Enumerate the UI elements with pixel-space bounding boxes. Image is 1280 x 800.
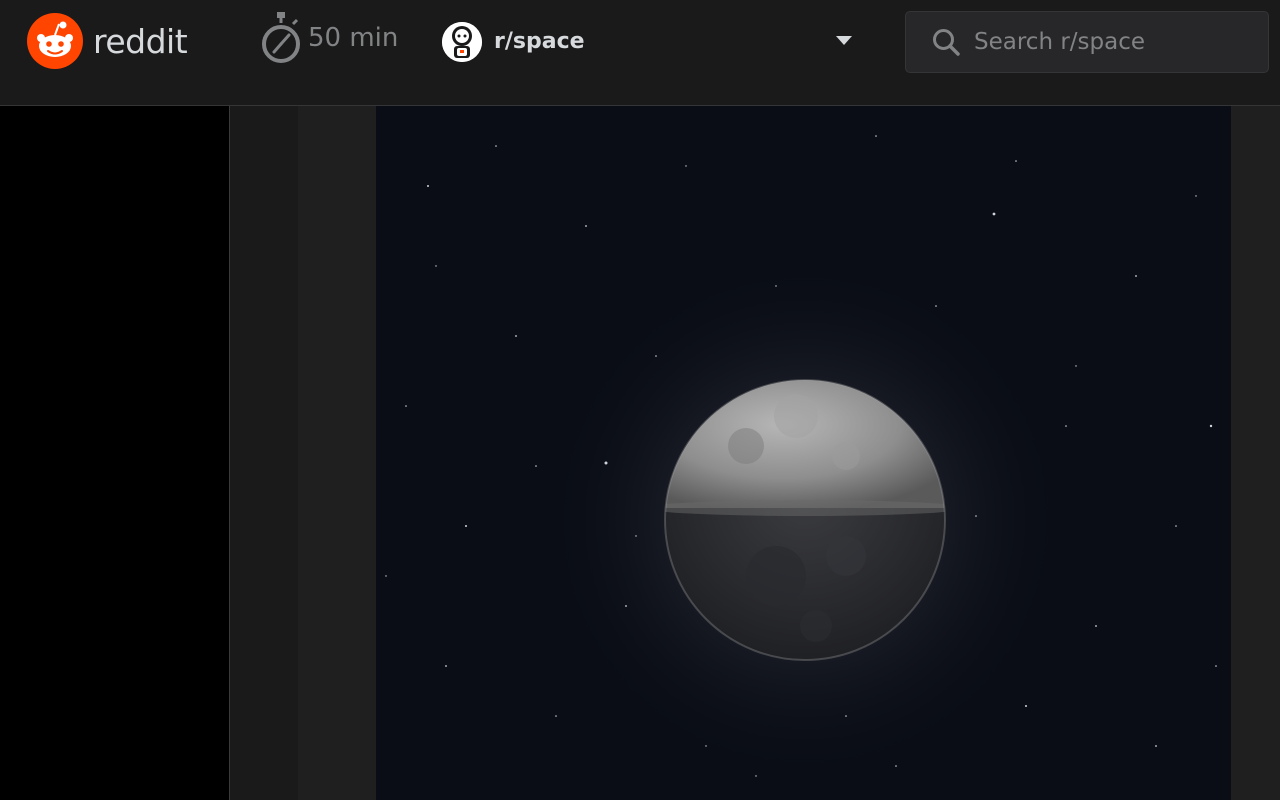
post-left-gutter xyxy=(298,106,376,800)
search-bar[interactable] xyxy=(905,11,1269,73)
community-switcher[interactable]: r/space xyxy=(442,20,864,64)
search-icon xyxy=(933,29,960,56)
reddit-wordmark: reddit xyxy=(93,21,188,61)
reddit-logo-link[interactable]: reddit xyxy=(27,13,188,69)
astronaut-snoo-avatar xyxy=(442,22,482,62)
top-header: reddit 50 min r/space xyxy=(0,0,1280,106)
reddit-snoo-icon xyxy=(27,13,83,69)
caret-down-icon[interactable] xyxy=(836,36,852,45)
post-right-gutter xyxy=(1231,106,1280,800)
left-sidebar xyxy=(0,106,229,800)
read-time-indicator[interactable]: 50 min xyxy=(260,12,398,64)
read-time-label: 50 min xyxy=(308,23,399,53)
post-image-moon[interactable] xyxy=(376,106,1231,800)
search-input[interactable] xyxy=(972,28,1256,56)
stopwatch-icon xyxy=(262,12,300,63)
community-name: r/space xyxy=(494,29,585,54)
